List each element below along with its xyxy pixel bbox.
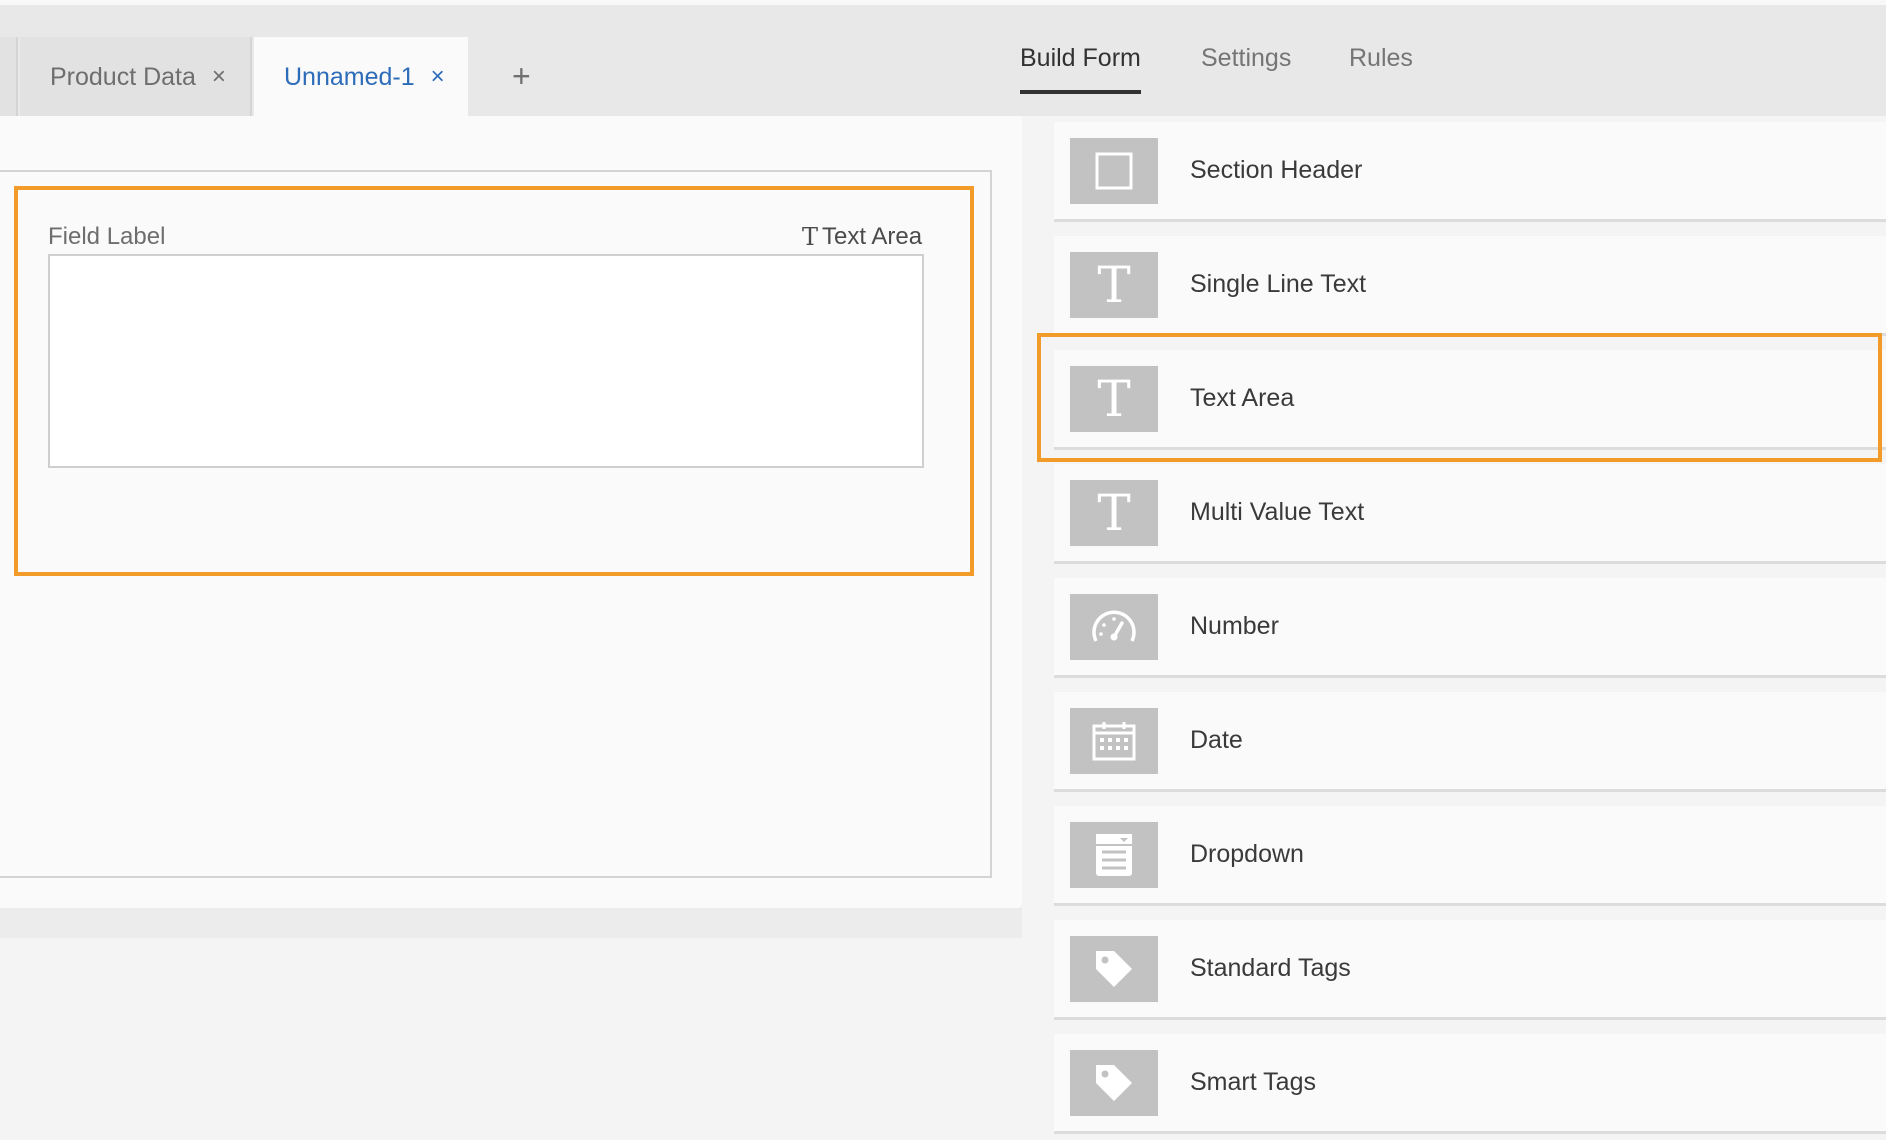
component-label: Dropdown xyxy=(1190,840,1304,868)
component-label: Standard Tags xyxy=(1190,954,1351,982)
component-label: Number xyxy=(1190,612,1279,640)
component-dropdown[interactable]: Dropdown xyxy=(1054,806,1886,906)
tab-label: Product Data xyxy=(50,62,196,91)
gauge-icon xyxy=(1070,594,1158,660)
component-date[interactable]: Date xyxy=(1054,692,1886,792)
component-standard-tags[interactable]: Standard Tags xyxy=(1054,920,1886,1020)
tab-overflow-stub[interactable] xyxy=(0,37,18,117)
component-label: Multi Value Text xyxy=(1190,498,1365,526)
tab-product-data[interactable]: Product Data × xyxy=(20,37,252,117)
component-label: Date xyxy=(1190,726,1243,754)
square-icon xyxy=(1070,138,1158,204)
component-label: Smart Tags xyxy=(1190,1068,1316,1096)
selected-field-highlight[interactable] xyxy=(14,186,974,576)
component-multi-value-text[interactable]: T Multi Value Text xyxy=(1054,464,1886,564)
tag-icon xyxy=(1070,936,1158,1002)
component-label: Single Line Text xyxy=(1190,270,1367,298)
tab-unnamed-1[interactable]: Unnamed-1 × xyxy=(254,37,468,117)
tab-settings[interactable]: Settings xyxy=(1201,44,1291,94)
add-tab-button[interactable]: + xyxy=(512,58,531,95)
component-label: Section Header xyxy=(1190,156,1363,184)
calendar-icon xyxy=(1070,708,1158,774)
component-number[interactable]: Number xyxy=(1054,578,1886,678)
tab-build-form[interactable]: Build Form xyxy=(1020,44,1141,94)
text-icon: T xyxy=(1070,480,1158,546)
canvas-footer-band xyxy=(0,908,1022,938)
selected-component-highlight xyxy=(1037,333,1882,462)
tab-rules[interactable]: Rules xyxy=(1349,44,1413,94)
close-icon[interactable]: × xyxy=(212,63,226,91)
tag-icon xyxy=(1070,1050,1158,1116)
component-section-header[interactable]: Section Header xyxy=(1054,122,1886,222)
component-single-line-text[interactable]: T Single Line Text xyxy=(1054,236,1886,336)
text-icon: T xyxy=(1070,252,1158,318)
dropdown-list-icon xyxy=(1070,822,1158,888)
tab-label: Unnamed-1 xyxy=(284,62,415,91)
close-icon[interactable]: × xyxy=(431,63,445,91)
component-smart-tags[interactable]: Smart Tags xyxy=(1054,1034,1886,1134)
